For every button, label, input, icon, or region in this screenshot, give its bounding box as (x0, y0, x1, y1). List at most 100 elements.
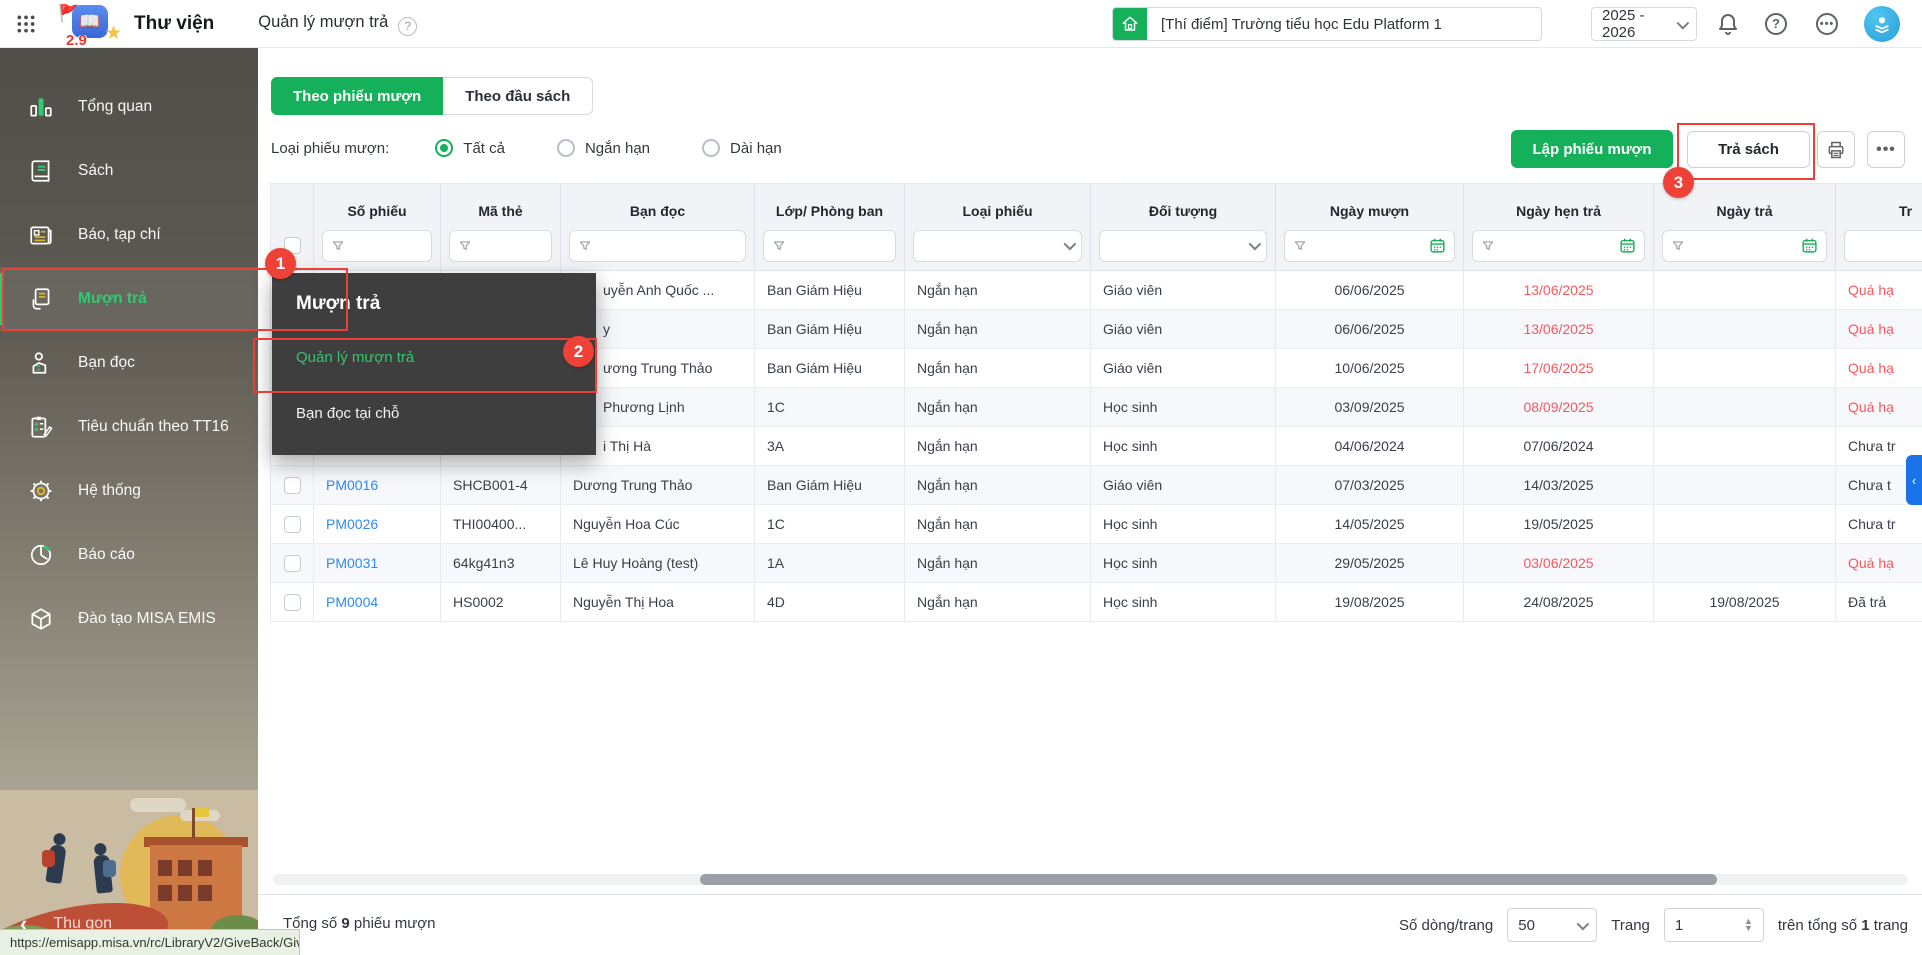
cell-ngay-hen-tra: 17/06/2025 (1464, 349, 1654, 387)
tab-theo-dau-sach[interactable]: Theo đầu sách (443, 77, 593, 115)
sidebar-item-dao-tao-misa-emis[interactable]: Đào tạo MISA EMIS (0, 587, 258, 651)
column-filter-input[interactable] (322, 230, 432, 262)
rows-per-page-select[interactable]: 50 (1507, 908, 1597, 942)
row-checkbox-cell (271, 544, 314, 582)
book-icon (28, 158, 54, 184)
filter-funnel-icon (1481, 239, 1495, 253)
sidebar-item-tieu-chuan-tt16[interactable]: Tiêu chuẩn theo TT16 (0, 395, 258, 459)
cell-ngay-tra (1654, 466, 1836, 504)
status-bar-url: https://emisapp.misa.vn/rc/LibraryV2/Giv… (0, 929, 300, 955)
scrollbar-thumb[interactable] (700, 874, 1717, 885)
page-label: Trang (1611, 917, 1650, 934)
cell-ma-the: 64kg41n3 (441, 544, 561, 582)
cell-trang-thai: Chưa tr (1836, 505, 1922, 543)
school-selector[interactable]: [Thí điểm] Trường tiểu học Edu Platform … (1112, 7, 1542, 41)
loan-type-filter: Loại phiếu mượn: Tất cả Ngắn hạn Dài hạn (271, 135, 834, 161)
return-book-button[interactable]: Trả sách (1687, 131, 1810, 168)
cell-trang-thai: Quá hạ (1836, 271, 1922, 309)
table-row[interactable]: PM0004HS0002Nguyễn Thị Hoa4DNgắn hạnHọc … (271, 583, 1922, 622)
notification-bell-icon[interactable] (1716, 12, 1740, 36)
table-row[interactable]: PM0026THI00400...Nguyễn Hoa Cúc1CNgắn hạ… (271, 505, 1922, 544)
cell-loai-phieu: Ngắn hạn (905, 505, 1091, 543)
column-filter-input[interactable] (449, 230, 552, 262)
more-options-icon[interactable]: ••• (1816, 13, 1838, 35)
sidebar-item-he-thong[interactable]: Hệ thống (0, 459, 258, 523)
row-checkbox[interactable] (284, 594, 301, 611)
sidebar-item-ban-doc[interactable]: Bạn đọc (0, 331, 258, 395)
cell-ngay-muon: 19/08/2025 (1276, 583, 1464, 621)
loan-type-label: Loại phiếu mượn: (271, 140, 389, 157)
topbar: 🚩 📖 ★ 2.9 Thư viện Quản lý mượn trả? [Th… (0, 0, 1922, 48)
cell-ngay-muon: 07/03/2025 (1276, 466, 1464, 504)
filter-funnel-icon (578, 239, 592, 253)
panel-collapse-tab[interactable]: ‹ (1906, 455, 1922, 505)
table-row[interactable]: PM003164kg41n3Lê Huy Hoàng (test)1ANgắn … (271, 544, 1922, 583)
cell-ngay-muon: 14/05/2025 (1276, 505, 1464, 543)
cell-ngay-hen-tra: 14/03/2025 (1464, 466, 1654, 504)
row-checkbox-cell (271, 583, 314, 621)
create-borrow-slip-button[interactable]: Lập phiếu mượn (1511, 130, 1673, 168)
cell-trang-thai: Đã trả (1836, 583, 1922, 621)
user-avatar[interactable] (1864, 6, 1900, 42)
school-year-select[interactable]: 2025 - 2026 (1591, 7, 1697, 41)
cell-ma-the: THI00400... (441, 505, 561, 543)
row-checkbox[interactable] (284, 477, 301, 494)
column-filter-input[interactable] (1844, 230, 1922, 262)
cell-ngay-muon: 10/06/2025 (1276, 349, 1464, 387)
tab-theo-phieu-muon[interactable]: Theo phiếu mượn (271, 77, 443, 115)
bar-chart-icon (28, 94, 54, 120)
page-help-icon[interactable]: ? (398, 17, 417, 36)
cell-ngay-hen-tra: 13/06/2025 (1464, 271, 1654, 309)
row-checkbox[interactable] (284, 516, 301, 533)
column-label: Lớp/ Phòng ban (755, 184, 904, 221)
app-grid-icon[interactable] (16, 14, 36, 34)
clipboard-icon (28, 414, 54, 440)
sidebar-item-bao-tap-chi[interactable]: Báo, tạp chí (0, 203, 258, 267)
cell-ngay-tra (1654, 427, 1836, 465)
help-icon[interactable]: ? (1765, 13, 1787, 35)
submenu-item-ban-doc-tai-cho[interactable]: Bạn đọc tại chỗ (272, 385, 596, 441)
annotation-badge-3: 3 (1663, 167, 1694, 198)
cell-ban-doc: Nguyễn Thị Hoa (561, 583, 755, 621)
cell-loai-phieu: Ngắn hạn (905, 271, 1091, 309)
more-actions-button[interactable]: ••• (1867, 131, 1905, 168)
page-spinner-icon[interactable]: ▲▼ (1744, 918, 1753, 932)
column-filter-input[interactable] (763, 230, 896, 262)
column-filter-select[interactable] (1099, 230, 1267, 262)
slip-code-link[interactable]: PM0031 (326, 555, 378, 571)
sidebar-item-tong-quan[interactable]: Tổng quan (0, 75, 258, 139)
table-row[interactable]: PM0016SHCB001-4Dương Trung ThảoBan Giám … (271, 466, 1922, 505)
chevron-down-icon (1577, 917, 1590, 930)
printer-icon (1826, 140, 1846, 160)
cell-doi-tuong: Học sinh (1091, 427, 1276, 465)
radio-icon (435, 139, 453, 157)
sidebar-item-muon-tra[interactable]: Mượn trả (0, 267, 258, 331)
page-number-input[interactable]: 1 ▲▼ (1664, 908, 1764, 942)
app-title: Thư viện (134, 13, 214, 35)
cube-icon (28, 606, 54, 632)
sidebar-item-sach[interactable]: Sách (0, 139, 258, 203)
column-filter-input[interactable] (569, 230, 746, 262)
column-filter-date[interactable] (1472, 230, 1645, 262)
sidebar-item-bao-cao[interactable]: Báo cáo (0, 523, 258, 587)
slip-code-link[interactable]: PM0016 (326, 477, 378, 493)
radio-tat-ca[interactable]: Tất cả (435, 139, 505, 157)
cell-ma-the: HS0002 (441, 583, 561, 621)
cell-ngay-hen-tra: 07/06/2024 (1464, 427, 1654, 465)
horizontal-scrollbar[interactable] (273, 874, 1908, 885)
radio-icon (702, 139, 720, 157)
submenu-item-quan-ly-muon-tra[interactable]: Quản lý mượn trả (272, 329, 596, 385)
column-filter-date[interactable] (1284, 230, 1455, 262)
cell-lop-phong-ban: Ban Giám Hiệu (755, 349, 905, 387)
column-filter-select[interactable] (913, 230, 1082, 262)
slip-code-link[interactable]: PM0004 (326, 594, 378, 610)
cell-ngay-hen-tra: 13/06/2025 (1464, 310, 1654, 348)
column-filter-date[interactable] (1662, 230, 1827, 262)
print-button[interactable] (1817, 131, 1855, 168)
cell-trang-thai: Quá hạ (1836, 310, 1922, 348)
chevron-down-icon (1677, 16, 1689, 28)
slip-code-link[interactable]: PM0026 (326, 516, 378, 532)
radio-dai-han[interactable]: Dài hạn (702, 139, 782, 157)
radio-ngan-han[interactable]: Ngắn hạn (557, 139, 650, 157)
row-checkbox[interactable] (284, 555, 301, 572)
